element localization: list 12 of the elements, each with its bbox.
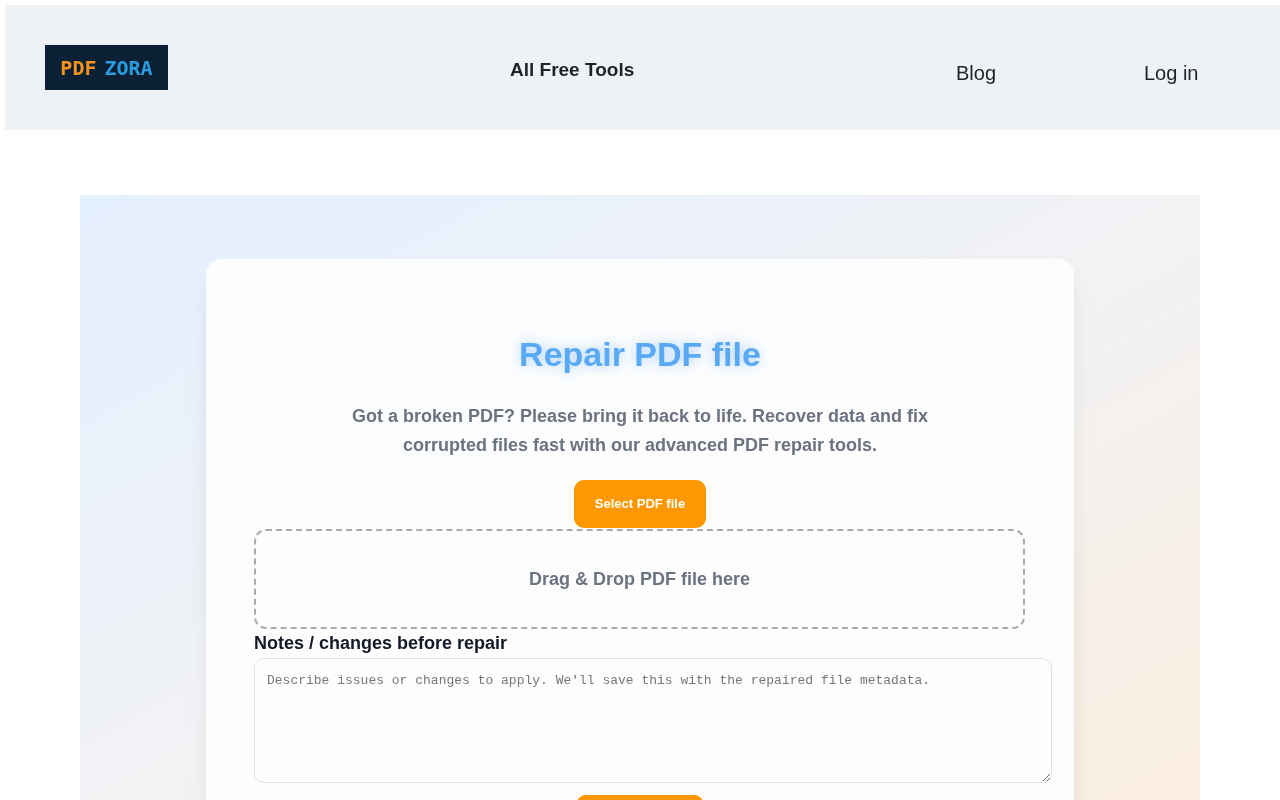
nav-link[interactable]: Log in: [1144, 58, 1199, 88]
page-title: Repair PDF file: [519, 334, 761, 375]
notes-label: Notes / changes before repair: [254, 632, 508, 655]
dropzone[interactable]: Drag & Drop PDF file here: [254, 529, 1025, 629]
nav-link[interactable]: All Free Tools: [510, 56, 635, 85]
logo-text: ZORA: [104, 54, 153, 82]
logo[interactable]: PDF ZORA: [45, 45, 168, 90]
description: Got a broken PDF? Please bring it back to life. Recover data and fix corrupted files fast with our advanced PDF repair tools.: [350, 405, 930, 457]
logo-text: PDF: [60, 54, 97, 82]
dropzone-text: Drag & Drop PDF file here: [528, 567, 750, 591]
nav-link[interactable]: Blog: [956, 58, 997, 88]
notes-field[interactable]: Describe issues or changes to apply. We'll save this with the repaired file metadata.: [254, 658, 1052, 783]
